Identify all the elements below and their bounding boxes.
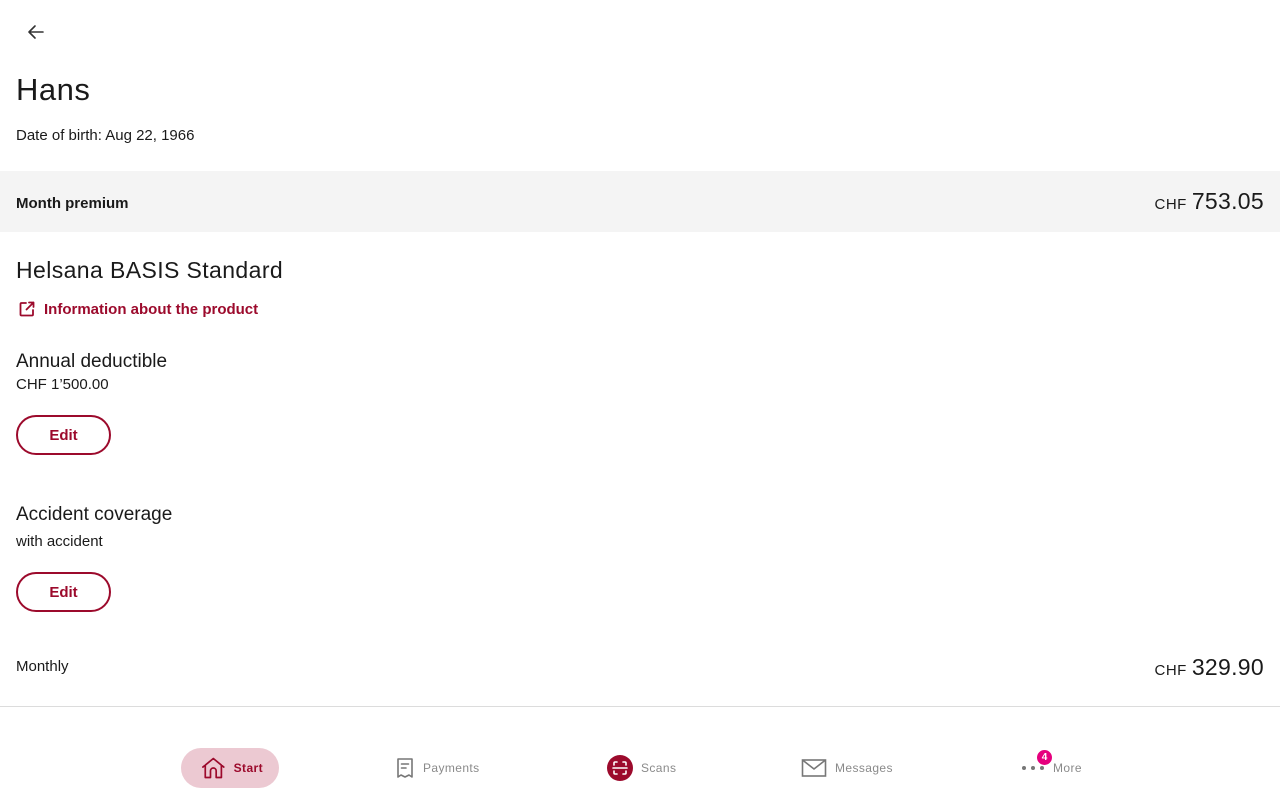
- accident-coverage-value: with accident: [16, 533, 103, 550]
- nav-start[interactable]: Start: [181, 748, 279, 788]
- bottom-navigation: Start Payments Scans Messages 4 More: [0, 707, 1280, 800]
- product-info-link-label: Information about the product: [44, 300, 259, 318]
- monthly-value: 329.90: [1191, 654, 1264, 680]
- accident-coverage-title: Accident coverage: [16, 504, 173, 525]
- nav-scans[interactable]: Scans: [607, 748, 676, 788]
- nav-messages-label: Messages: [835, 761, 893, 775]
- edit-deductible-button[interactable]: Edit: [16, 415, 111, 455]
- nav-scans-label: Scans: [641, 761, 677, 775]
- nav-messages[interactable]: Messages: [801, 748, 893, 788]
- nav-more-label: More: [1053, 761, 1082, 775]
- product-title: Helsana BASIS Standard: [16, 257, 284, 283]
- product-info-link[interactable]: Information about the product: [18, 300, 258, 318]
- nav-more[interactable]: 4 More: [1021, 748, 1082, 788]
- more-dots-icon: [1022, 766, 1044, 770]
- month-premium-value: 753.05: [1191, 188, 1264, 214]
- back-button[interactable]: [20, 16, 52, 48]
- currency-label: CHF: [1154, 196, 1187, 213]
- nav-start-label: Start: [233, 761, 263, 775]
- person-name: Hans: [16, 72, 91, 107]
- mail-icon: [801, 759, 827, 777]
- arrow-left-icon: [28, 25, 44, 39]
- monthly-amount: CHF 329.90: [1155, 654, 1264, 681]
- nav-payments-label: Payments: [423, 761, 480, 775]
- external-link-icon: [19, 301, 35, 317]
- currency-label: CHF: [1154, 662, 1187, 679]
- monthly-label: Monthly: [16, 658, 69, 675]
- nav-payments[interactable]: Payments: [395, 748, 480, 788]
- scan-icon: [607, 755, 633, 781]
- receipt-icon: [397, 758, 413, 778]
- edit-accident-button[interactable]: Edit: [16, 572, 111, 612]
- annual-deductible-title: Annual deductible: [16, 351, 168, 372]
- notification-badge: 4: [1037, 750, 1052, 765]
- annual-deductible-value: CHF 1’500.00: [16, 376, 109, 393]
- month-premium-bar: Month premium CHF 753.05: [0, 171, 1280, 232]
- month-premium-label: Month premium: [16, 195, 129, 212]
- date-of-birth: Date of birth: Aug 22, 1966: [16, 127, 195, 144]
- home-icon: [202, 757, 225, 779]
- month-premium-amount: CHF 753.05: [1155, 188, 1264, 215]
